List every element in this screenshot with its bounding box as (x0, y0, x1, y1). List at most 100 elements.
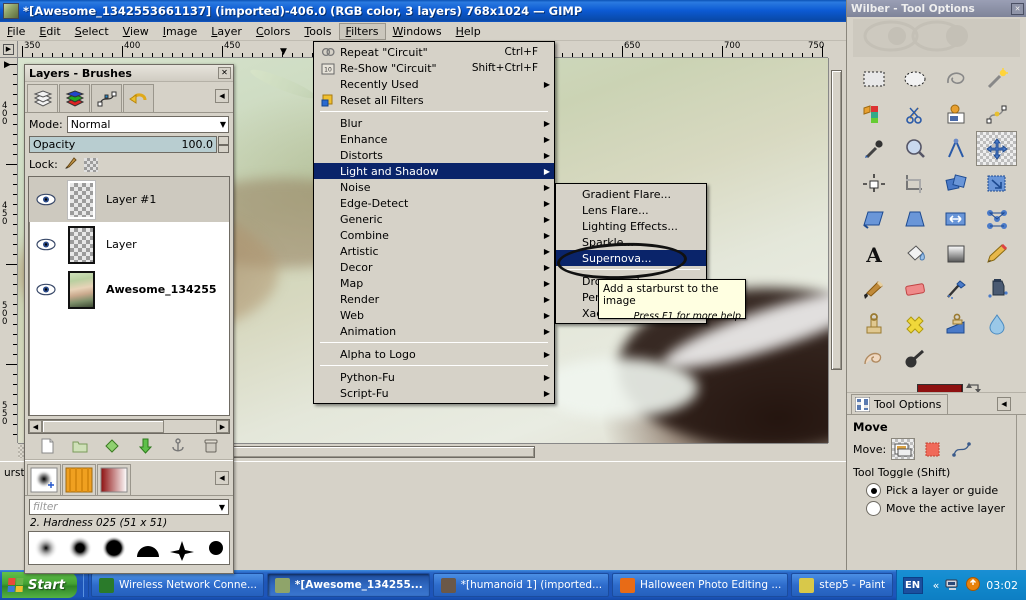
brush-grid[interactable]: ▲ (28, 531, 230, 565)
new-layer-icon[interactable] (39, 438, 56, 455)
move-layer-icon[interactable] (891, 438, 915, 460)
filters-item-web[interactable]: Web▶ (314, 307, 554, 323)
ruler-origin-button[interactable]: ▶ (0, 41, 18, 58)
language-indicator[interactable]: EN (903, 577, 923, 594)
paintbrush-icon[interactable] (853, 271, 894, 306)
color-picker-icon[interactable] (853, 131, 894, 166)
tab-layers[interactable] (27, 84, 58, 112)
filters-item-decor[interactable]: Decor▶ (314, 259, 554, 275)
filters-item-re-show-circuit[interactable]: 10Re-Show "Circuit"Shift+Ctrl+F (314, 60, 554, 76)
dock-menu-icon[interactable]: ◀ (215, 89, 229, 103)
close-icon[interactable]: ✕ (218, 67, 231, 79)
scroll-left-icon[interactable]: ◀ (29, 420, 42, 433)
opacity-row[interactable]: Opacity 100.0 (25, 133, 233, 153)
lightshadow-item-lighting-effects[interactable]: Lighting Effects... (556, 218, 706, 234)
lock-alpha-icon[interactable] (84, 158, 98, 172)
filters-menu[interactable]: Repeat "Circuit"Ctrl+F10Re-Show "Circuit… (313, 41, 555, 404)
scroll-right-icon[interactable]: ▶ (216, 420, 229, 433)
menu-tools[interactable]: Tools (297, 23, 338, 40)
brush-item[interactable] (29, 532, 63, 564)
tab-gradients[interactable] (97, 464, 131, 495)
taskbar-item[interactable]: step5 - Paint (791, 573, 892, 597)
blur-sharpen-icon[interactable] (976, 306, 1017, 341)
heal-icon[interactable] (894, 306, 935, 341)
lightshadow-item-supernova[interactable]: Supernova... (556, 250, 706, 266)
filters-item-alpha-to-logo[interactable]: Alpha to Logo▶ (314, 346, 554, 362)
layer-visibility-icon[interactable] (33, 193, 59, 206)
menu-filters[interactable]: Filters (339, 23, 386, 40)
paths-icon[interactable] (976, 96, 1017, 131)
radio-option[interactable]: Move the active layer (867, 502, 1021, 515)
tool-options-menu-icon[interactable]: ◀ (997, 397, 1011, 411)
menu-layer[interactable]: Layer (204, 23, 249, 40)
radio-option[interactable]: Pick a layer or guide (867, 484, 1021, 497)
filters-item-noise[interactable]: Noise▶ (314, 179, 554, 195)
scissors-select-icon[interactable] (894, 96, 935, 131)
move-selection-icon[interactable] (920, 438, 944, 460)
measure-icon[interactable] (935, 131, 976, 166)
close-icon[interactable]: ✕ (1011, 3, 1024, 15)
taskbar-item[interactable]: *[humanoid 1] (imported... (433, 573, 609, 597)
filters-item-reset-all-filters[interactable]: Reset all Filters (314, 92, 554, 108)
text-icon[interactable]: A (853, 236, 894, 271)
opacity-slider[interactable]: Opacity 100.0 (29, 136, 217, 153)
tab-brushes[interactable] (27, 464, 61, 495)
tab-tool-options[interactable]: Tool Options (851, 394, 948, 414)
radio-button[interactable] (867, 502, 880, 515)
taskbar-buttons[interactable]: Wireless Network Conne...*[Awesome_13425… (91, 573, 896, 597)
layer-row[interactable]: Awesome_134255 (29, 267, 229, 312)
eraser-icon[interactable] (894, 271, 935, 306)
menu-select[interactable]: Select (68, 23, 116, 40)
filters-item-combine[interactable]: Combine▶ (314, 227, 554, 243)
menubar[interactable]: FileEditSelectViewImageLayerColorsToolsF… (0, 22, 846, 41)
bucket-fill-icon[interactable] (894, 236, 935, 271)
brush-filter-input[interactable]: filter ▼ (29, 499, 229, 515)
show-hidden-icons-icon[interactable]: « (933, 579, 940, 592)
move-icon[interactable] (976, 131, 1017, 166)
filters-item-enhance[interactable]: Enhance▶ (314, 131, 554, 147)
layer-list[interactable]: Layer #1LayerAwesome_134255 (28, 176, 230, 416)
filters-item-script-fu[interactable]: Script-Fu▶ (314, 385, 554, 401)
rect-select-icon[interactable] (853, 61, 894, 96)
menu-file[interactable]: File (0, 23, 32, 40)
taskbar-item[interactable]: *[Awesome_134255... (267, 573, 430, 597)
anchor-layer-icon[interactable] (169, 438, 186, 455)
filters-item-artistic[interactable]: Artistic▶ (314, 243, 554, 259)
filters-item-repeat-circuit[interactable]: Repeat "Circuit"Ctrl+F (314, 44, 554, 60)
tab-patterns[interactable] (62, 464, 96, 495)
mode-select[interactable]: Normal ▼ (67, 116, 229, 133)
perspective-clone-icon[interactable] (935, 306, 976, 341)
layer-row[interactable]: Layer #1 (29, 177, 229, 222)
new-layer-group-icon[interactable] (71, 438, 88, 455)
hscroll-thumb[interactable] (42, 420, 164, 433)
tab-channels[interactable] (59, 84, 90, 112)
cage-transform-icon[interactable] (976, 201, 1017, 236)
taskbar-item[interactable]: Wireless Network Conne... (91, 573, 264, 597)
update-icon[interactable] (966, 577, 980, 594)
brush-dock-menu-icon[interactable]: ◀ (215, 471, 229, 485)
brush-item[interactable] (131, 532, 165, 564)
fuzzy-select-icon[interactable] (976, 61, 1017, 96)
filters-item-animation[interactable]: Animation▶ (314, 323, 554, 339)
brush-dock-tabs[interactable]: ◀ (25, 462, 233, 496)
move-mode-row[interactable]: Move: (853, 438, 1021, 460)
chevron-down-icon[interactable]: ▼ (219, 503, 225, 512)
tool-grid[interactable]: A (847, 57, 1026, 376)
shear-icon[interactable] (853, 201, 894, 236)
layer-visibility-icon[interactable] (33, 238, 59, 251)
blend-icon[interactable] (935, 236, 976, 271)
dock-tabs[interactable]: ◀ (25, 82, 233, 113)
lightshadow-item-sparkle[interactable]: Sparkle... (556, 234, 706, 250)
crop-icon[interactable] (894, 166, 935, 201)
vscroll-thumb[interactable] (831, 70, 842, 370)
layer-row[interactable]: Layer (29, 222, 229, 267)
brush-item[interactable] (63, 532, 97, 564)
layer-action-buttons[interactable] (25, 434, 233, 458)
duplicate-layer-icon[interactable] (104, 438, 121, 455)
scale-icon[interactable] (976, 166, 1017, 201)
menu-colors[interactable]: Colors (249, 23, 297, 40)
clone-icon[interactable] (853, 306, 894, 341)
filters-item-map[interactable]: Map▶ (314, 275, 554, 291)
taskbar-item[interactable]: Halloween Photo Editing ... (612, 573, 788, 597)
free-select-icon[interactable] (935, 61, 976, 96)
